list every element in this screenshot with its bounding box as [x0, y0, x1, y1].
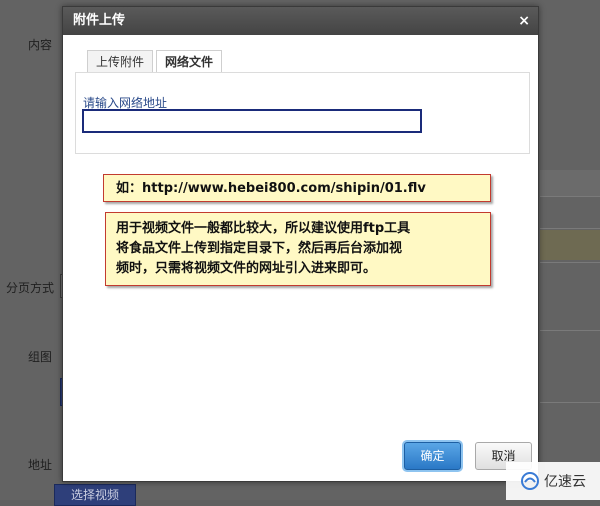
bg-divider [540, 330, 600, 331]
explanation-line: 将食品文件上传到指定目录下，然后再后台添加视 [116, 241, 403, 256]
explanation-line: 频时，只需将视频文件的网址引入进来即可。 [116, 261, 377, 276]
bg-select-video-button[interactable]: 选择视频 [54, 484, 136, 506]
bg-divider [540, 402, 600, 403]
bg-label-pagination: 分页方式 [6, 281, 55, 295]
bg-label-content: 内容 [28, 38, 53, 52]
ok-button[interactable]: 确定 [404, 442, 461, 470]
example-prefix: 如： [116, 181, 143, 196]
close-icon[interactable]: × [518, 7, 530, 35]
attachment-upload-dialog: 附件上传 × 上传附件 网络文件 请输入网络地址 如：http://www.he… [62, 6, 539, 482]
network-address-input[interactable] [82, 109, 422, 133]
watermark-text: 亿速云 [544, 474, 586, 490]
bg-label-group-image: 组图 [28, 350, 53, 364]
watermark: 亿速云 [506, 462, 600, 500]
bg-divider [540, 196, 600, 197]
tab-upload-attachment[interactable]: 上传附件 [87, 50, 153, 73]
example-url-note: 如：http://www.hebei800.com/shipin/01.flv [103, 174, 491, 202]
dialog-title: 附件上传 [73, 13, 126, 28]
tab-network-file[interactable]: 网络文件 [156, 50, 222, 74]
network-file-panel: 请输入网络地址 [75, 72, 530, 154]
explanation-line: 用于视频文件一般都比较大，所以建议使用ftp工具 [116, 221, 411, 236]
bg-row-highlight [540, 230, 600, 260]
example-url: http://www.hebei800.com/shipin/01.flv [142, 181, 426, 196]
cloud-logo-icon [521, 472, 539, 490]
bg-divider [540, 228, 600, 229]
explanation-note: 用于视频文件一般都比较大，所以建议使用ftp工具 将食品文件上传到指定目录下，然… [105, 212, 491, 286]
bg-row [540, 170, 600, 196]
dialog-header: 附件上传 × [63, 7, 538, 35]
bg-label-address: 地址 [28, 458, 53, 472]
bg-divider [540, 262, 600, 263]
